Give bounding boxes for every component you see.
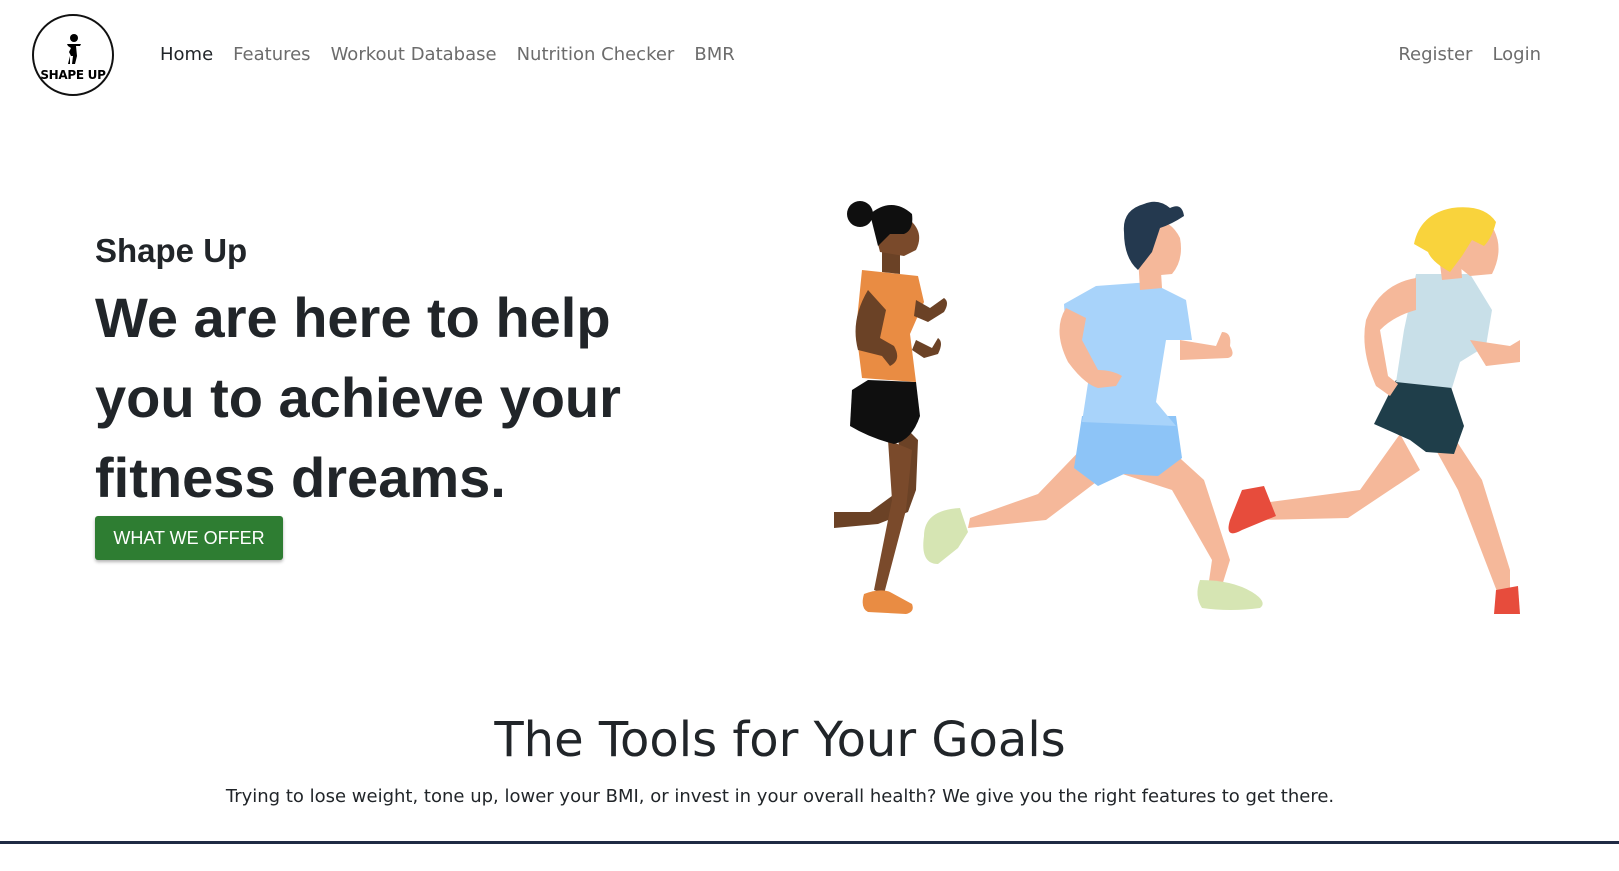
what-we-offer-button[interactable]: WHAT WE OFFER [95, 516, 283, 560]
runners-illustration [834, 201, 1520, 614]
nav-bmr[interactable]: BMR [694, 44, 734, 65]
nav-home[interactable]: Home [160, 44, 213, 65]
nav-nutrition-checker[interactable]: Nutrition Checker [517, 44, 675, 65]
nav-features[interactable]: Features [233, 44, 310, 65]
runner-woman-2 [1228, 207, 1520, 614]
main-nav: Home Features Workout Database Nutrition… [160, 44, 755, 65]
nav-workout-database[interactable]: Workout Database [331, 44, 497, 65]
brand-logo[interactable]: SHAPE UP [32, 14, 114, 96]
logo-text: SHAPE UP [40, 68, 106, 82]
hero-subtitle: Shape Up [95, 232, 248, 269]
hero-title: We are here to help you to achieve your … [95, 286, 621, 509]
runner-logo-icon [67, 34, 81, 64]
nav-register[interactable]: Register [1398, 44, 1472, 65]
section-divider [0, 841, 1619, 844]
auth-nav: Register Login [1398, 44, 1541, 65]
features-section-title: The Tools for Your Goals [494, 712, 1066, 768]
runner-man [923, 201, 1263, 610]
navbar: SHAPE UP Home Features Workout Database … [0, 0, 1619, 120]
features-section-text: Trying to lose weight, tone up, lower yo… [225, 786, 1335, 807]
nav-login[interactable]: Login [1492, 44, 1541, 65]
